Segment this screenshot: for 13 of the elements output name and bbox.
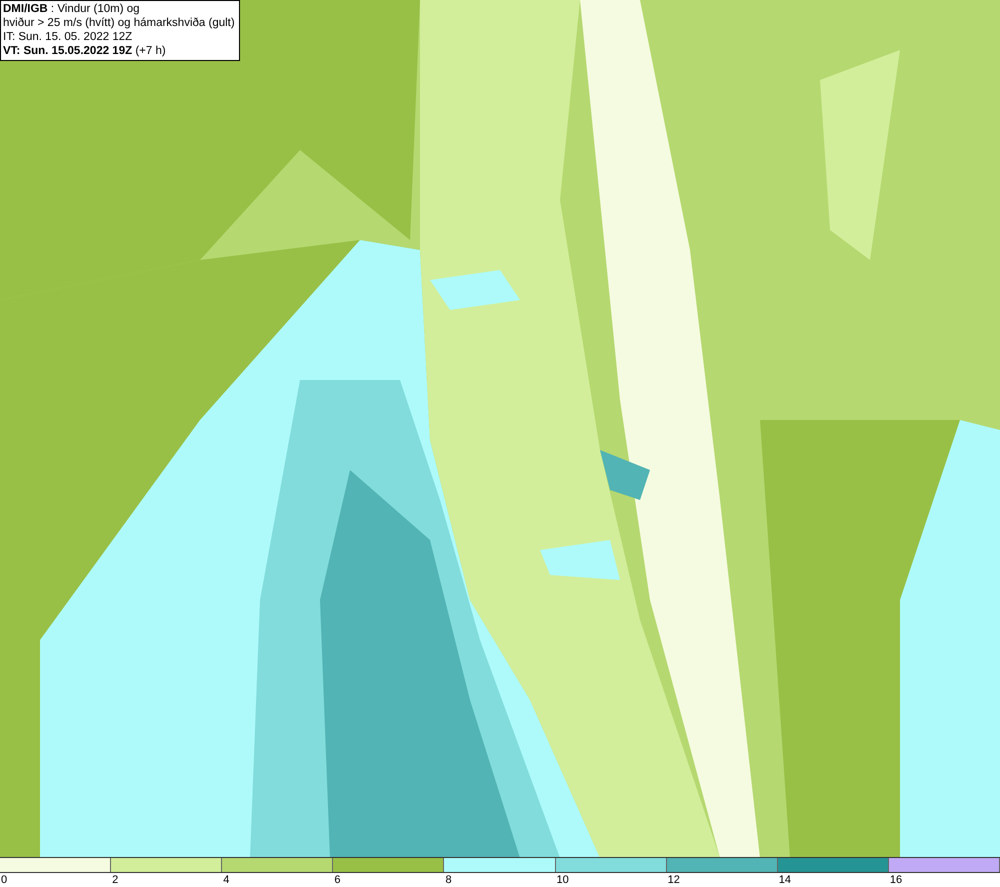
header-line: DMI/IGB : Vindur (10m) og — [3, 2, 141, 16]
scale-tick-label: 0 — [0, 873, 8, 887]
scale-tick-label: 10 — [556, 873, 569, 887]
header-line: hviður > 25 m/s (hvítt) og hámarkshviða (gult) — [3, 16, 235, 30]
scale-tick-label: 8 — [444, 873, 452, 887]
scale-tick-label: 2 — [111, 873, 118, 887]
scale-tick-label: 16 — [888, 873, 902, 887]
header-line: VT: Sun. 15.05.2022 19Z (+7 h) — [3, 44, 167, 58]
scale-tick-label: 4 — [222, 873, 230, 887]
scale-tick-label: 6 — [333, 873, 340, 887]
scale-tick-label: 14 — [778, 873, 792, 887]
scale-tick-label: 12 — [666, 873, 680, 887]
header-line: IT: Sun. 15. 05. 2022 12Z — [3, 30, 134, 44]
